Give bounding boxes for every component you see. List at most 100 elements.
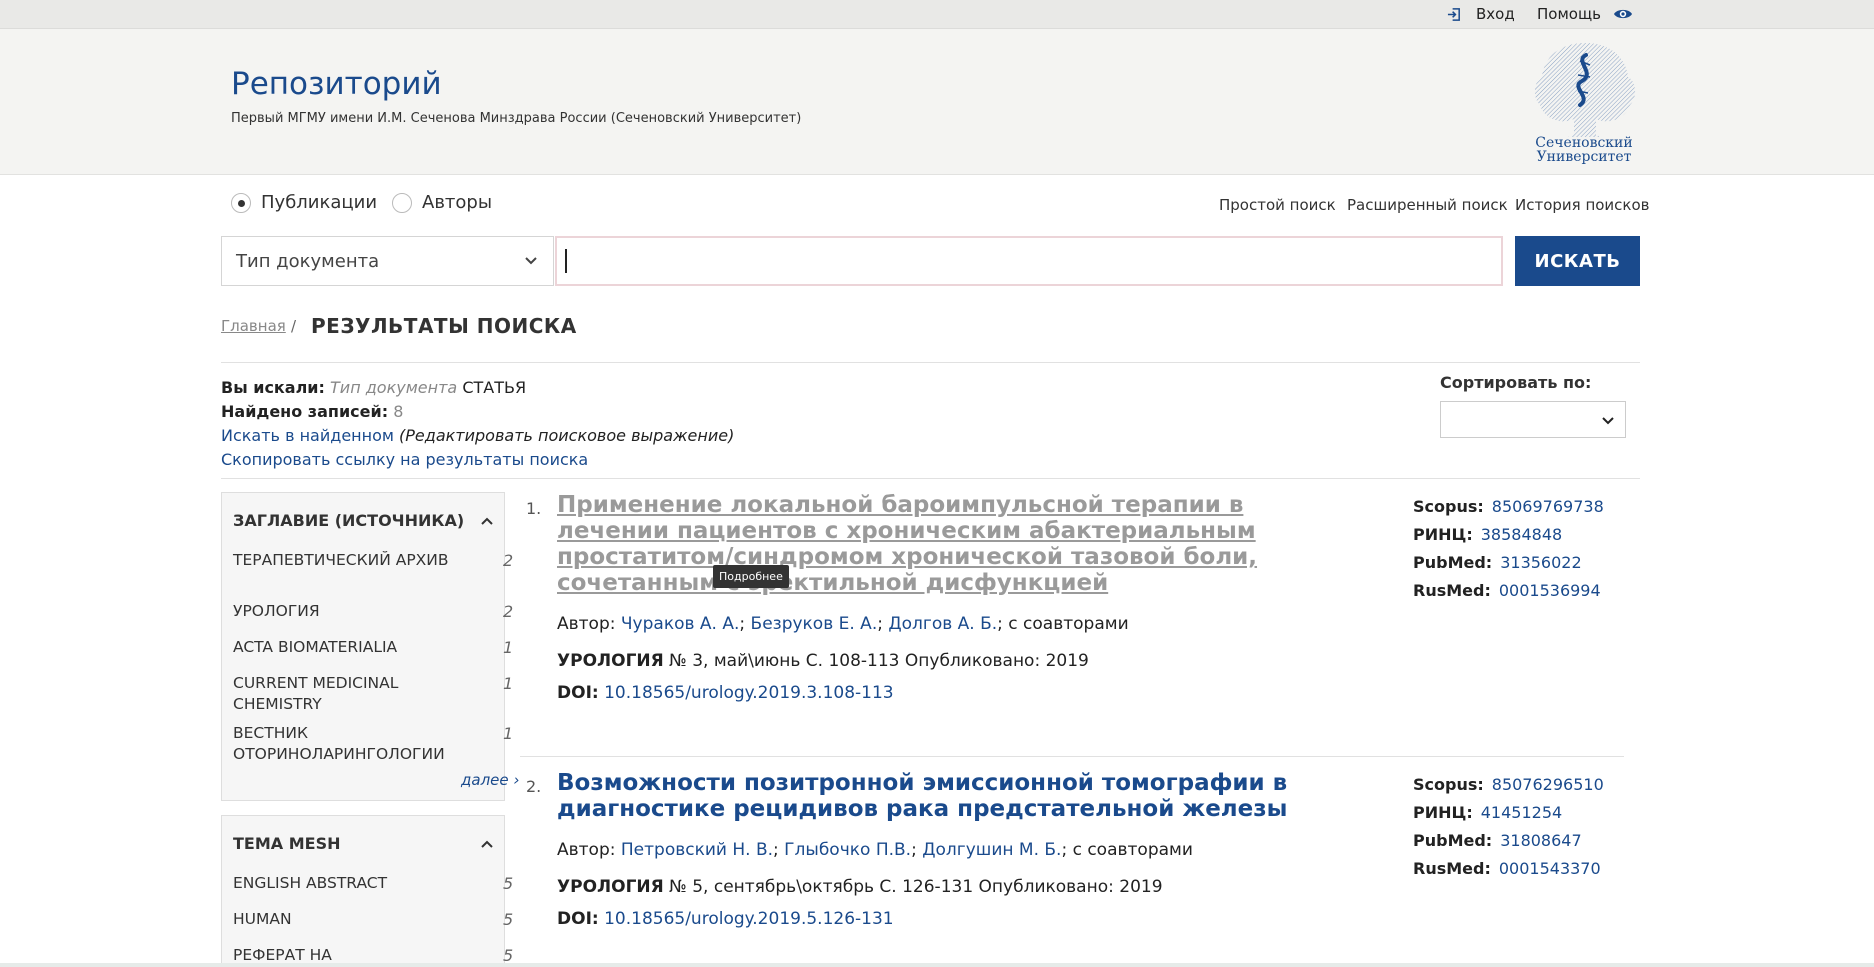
author-link[interactable]: Безруков Е. А.: [751, 614, 878, 634]
tooltip: Подробнее: [713, 565, 789, 588]
facet-item-count: 2: [503, 551, 514, 570]
search-history-link[interactable]: История поисков: [1515, 196, 1650, 214]
facet-title[interactable]: ТЕМА MESH: [233, 834, 340, 853]
bottom-strip: [0, 963, 1874, 967]
id-link[interactable]: 85076296510: [1492, 775, 1604, 794]
result-source: УРОЛОГИЯ № 3, май\июнь С. 108-113 Опубли…: [557, 651, 1089, 671]
chevron-down-icon: [525, 257, 537, 265]
facet-item-count: 1: [503, 724, 514, 743]
coauthors-note: ; с соавторами: [997, 614, 1129, 634]
mode-authors-label: Авторы: [422, 192, 493, 213]
refine-search-link[interactable]: Искать в найденном: [221, 426, 394, 445]
simple-search-link[interactable]: Простой поиск: [1219, 196, 1336, 214]
doc-type-label: Тип документа: [236, 250, 380, 272]
id-link[interactable]: 0001543370: [1499, 859, 1601, 878]
found-count-summary: Найдено записей: 8: [221, 402, 403, 421]
search-query-summary: Вы искали: Тип документа СТАТЬЯ: [221, 378, 526, 397]
id-link[interactable]: 31356022: [1500, 553, 1581, 572]
facet-item[interactable]: ACTA BIOMATERIALIA: [233, 637, 473, 658]
facet-item[interactable]: ENGLISH ABSTRACT: [233, 873, 473, 894]
result-doi: DOI: 10.18565/urology.2019.5.126-131: [557, 909, 894, 929]
id-link[interactable]: 38584848: [1481, 525, 1562, 544]
facet-item[interactable]: УРОЛОГИЯ: [233, 601, 473, 622]
id-row: Scopus: 85069769738: [1413, 493, 1604, 521]
result-title-link[interactable]: Возможности позитронной эмиссионной томо…: [557, 770, 1347, 822]
mode-publications-label: Публикации: [261, 192, 378, 213]
facet-item[interactable]: ТЕРАПЕВТИЧЕСКИЙ АРХИВ: [233, 550, 473, 571]
mode-publications[interactable]: Публикации: [231, 192, 377, 213]
breadcrumb-home[interactable]: Главная: [221, 317, 286, 335]
author-label: Автор:: [557, 614, 616, 634]
result-identifiers: Scopus: 85076296510 РИНЦ: 41451254 PubMed:…: [1413, 771, 1604, 883]
id-row: PubMed: 31356022: [1413, 549, 1604, 577]
site-subtitle: Первый МГМУ имени И.М. Сеченова Минздрав…: [231, 111, 802, 126]
searched-value: СТАТЬЯ: [462, 378, 527, 397]
journal-name: УРОЛОГИЯ: [557, 651, 664, 671]
result-authors: Автор: Чураков А. А.; Безруков Е. А.; До…: [557, 614, 1129, 634]
id-link[interactable]: 41451254: [1481, 803, 1562, 822]
chevron-up-icon[interactable]: [479, 836, 495, 852]
author-link[interactable]: Глыбочко П.В.: [784, 840, 911, 860]
help-link[interactable]: Помощь: [1537, 5, 1633, 23]
id-link[interactable]: 85069769738: [1492, 497, 1604, 516]
found-label: Найдено записей:: [221, 402, 389, 421]
site-header: Репозиторий Первый МГМУ имени И.М. Сечен…: [0, 29, 1874, 175]
radio-authors[interactable]: [392, 192, 412, 213]
author-link[interactable]: Петровский Н. В.: [621, 840, 773, 860]
author-link[interactable]: Чураков А. А.: [621, 614, 740, 634]
facet-item-count: 1: [503, 674, 514, 693]
search-button[interactable]: ИСКАТЬ: [1515, 236, 1640, 286]
doc-type-select[interactable]: Тип документа: [221, 236, 554, 286]
login-link[interactable]: Вход: [1447, 5, 1515, 23]
id-link[interactable]: 0001536994: [1499, 581, 1601, 600]
result-doi: DOI: 10.18565/urology.2019.3.108-113: [557, 683, 894, 703]
result-number: 1.: [526, 499, 542, 518]
author-link[interactable]: Долгушин М. Б.: [922, 840, 1061, 860]
author-link[interactable]: Долгов А. Б.: [888, 614, 997, 634]
doi-label: DOI:: [557, 683, 599, 703]
id-label: PubMed:: [1413, 553, 1493, 572]
result-title-link[interactable]: Применение локальной бароимпульсной тера…: [557, 492, 1347, 596]
page-title: РЕЗУЛЬТАТЫ ПОИСКА: [311, 314, 577, 338]
facet-item[interactable]: CURRENT MEDICINAL CHEMISTRY: [233, 673, 473, 715]
divider: [221, 478, 1640, 479]
id-label: Scopus:: [1413, 775, 1484, 794]
result-number: 2.: [526, 777, 542, 796]
facet-title[interactable]: ЗАГЛАВИЕ (ИСТОЧНИКА): [233, 511, 464, 530]
logo-text: Сеченовский Университет: [1520, 136, 1648, 164]
edit-query-link[interactable]: (Редактировать поисковое выражение): [399, 426, 734, 445]
searched-field: Тип документа: [330, 378, 458, 397]
chevron-up-icon[interactable]: [479, 513, 495, 529]
sort-select[interactable]: [1440, 401, 1626, 438]
login-label: Вход: [1476, 5, 1515, 23]
issue-info: № 3, май\июнь С. 108-113 Опубликовано: 2…: [663, 651, 1089, 671]
searched-label: Вы искали:: [221, 378, 325, 397]
author-label: Автор:: [557, 840, 616, 860]
id-label: РИНЦ:: [1413, 525, 1473, 544]
breadcrumb-separator: /: [291, 317, 297, 335]
facet-more-link[interactable]: далее ›: [461, 771, 519, 789]
facet-item[interactable]: ВЕСТНИК ОТОРИНОЛАРИНГОЛОГИИ: [233, 723, 473, 765]
logo-text-line1: Сеченовский: [1535, 135, 1633, 151]
site-title[interactable]: Репозиторий: [231, 66, 442, 102]
issue-info: № 5, сентябрь\октябрь С. 126-131 Опублик…: [663, 877, 1163, 897]
id-link[interactable]: 31808647: [1500, 831, 1581, 850]
id-row: RusMed: 0001543370: [1413, 855, 1604, 883]
found-count: 8: [393, 402, 404, 421]
radio-publications[interactable]: [231, 192, 251, 213]
search-input[interactable]: [555, 236, 1503, 286]
copy-results-link[interactable]: Скопировать ссылку на результаты поиска: [221, 450, 588, 469]
coauthors-note: ; с соавторами: [1061, 840, 1193, 860]
text-caret: [565, 249, 567, 273]
help-label: Помощь: [1537, 5, 1601, 23]
result-identifiers: Scopus: 85069769738 РИНЦ: 38584848 PubMed:…: [1413, 493, 1604, 605]
facet-item-count: 2: [503, 602, 514, 621]
doi-link[interactable]: 10.18565/urology.2019.3.108-113: [604, 683, 894, 703]
advanced-search-link[interactable]: Расширенный поиск: [1347, 196, 1508, 214]
mode-authors[interactable]: Авторы: [392, 192, 492, 213]
doi-link[interactable]: 10.18565/urology.2019.5.126-131: [604, 909, 894, 929]
id-label: Scopus:: [1413, 497, 1484, 516]
id-row: Scopus: 85076296510: [1413, 771, 1604, 799]
facet-item[interactable]: HUMAN: [233, 909, 473, 930]
sort-label: Сортировать по:: [1440, 373, 1592, 392]
